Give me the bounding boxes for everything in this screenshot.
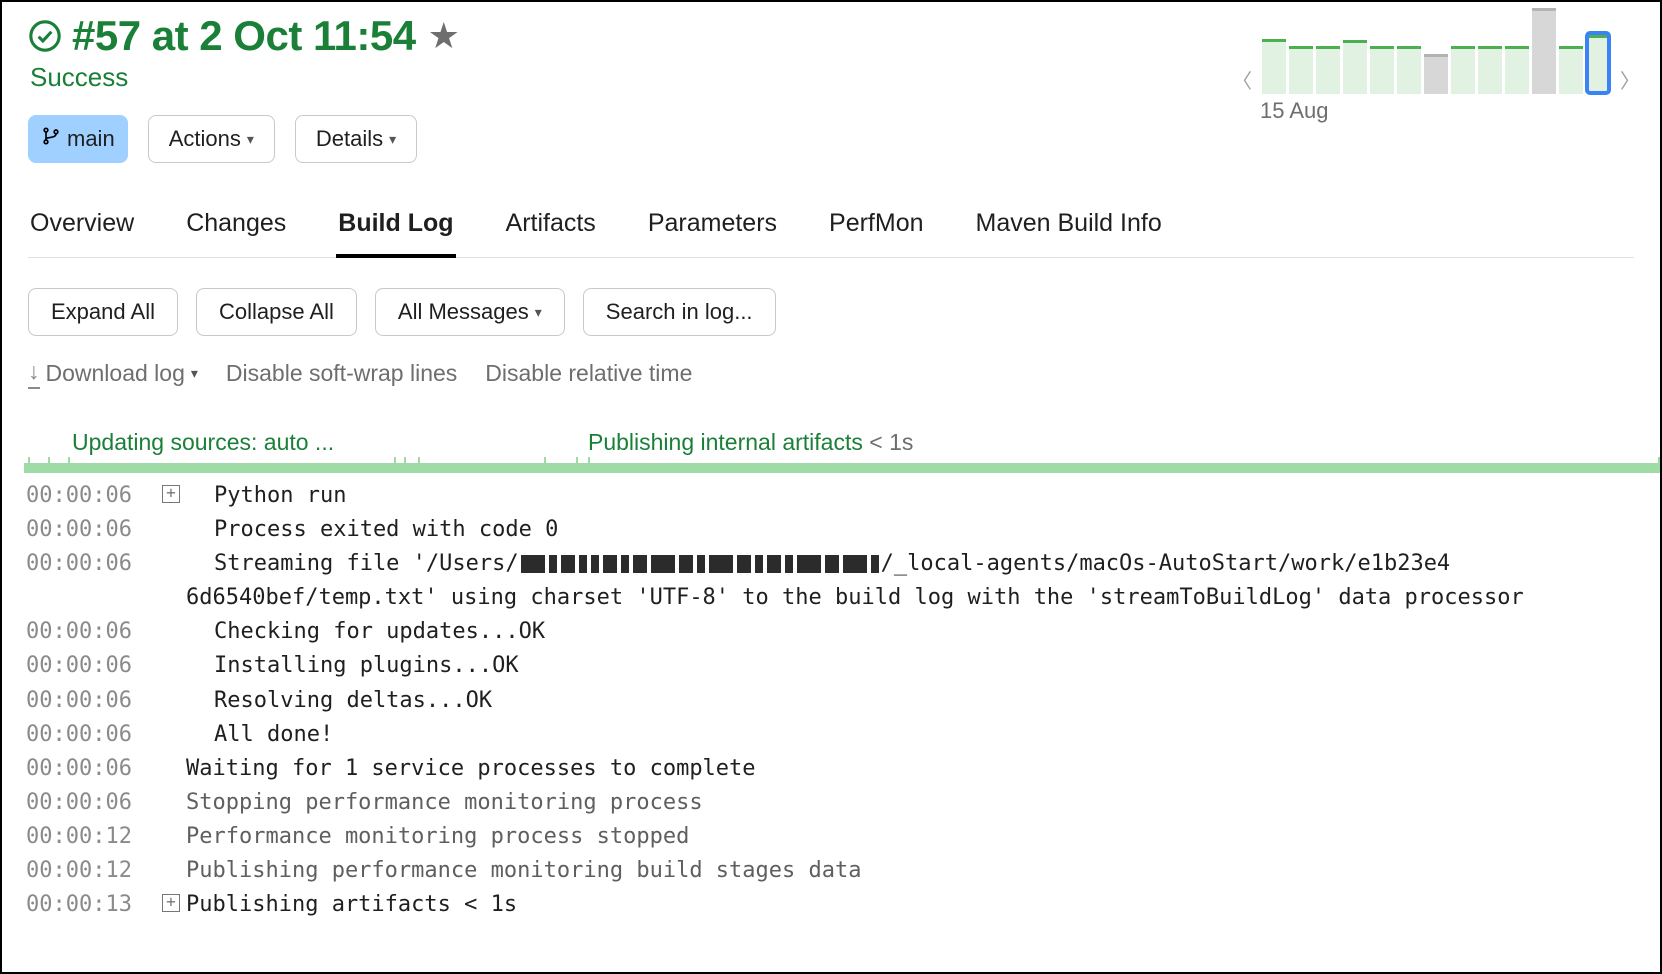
trend-bar[interactable] <box>1262 39 1286 94</box>
log-line: 00:00:06 Installing plugins...OK <box>26 649 1634 683</box>
log-line: 00:00:06 Stopping performance monitoring … <box>26 786 1634 820</box>
search-in-log-button[interactable]: Search in log... <box>583 288 776 336</box>
expand-icon[interactable]: + <box>162 485 180 503</box>
log-line: 00:00:06 Streaming file '/Users//_local-a… <box>26 547 1634 581</box>
log-line: 00:00:12 Performance monitoring process s… <box>26 820 1634 854</box>
chevron-down-icon: ▾ <box>535 304 542 321</box>
log-message: Publishing performance monitoring build … <box>186 854 1634 888</box>
log-message: Checking for updates...OK <box>186 615 1634 649</box>
star-icon[interactable]: ★ <box>428 15 460 57</box>
timeline[interactable]: Updating sources: auto ... Publishing in… <box>28 429 1634 473</box>
log-message: 6d6540bef/temp.txt' using charset 'UTF-8… <box>186 581 1634 615</box>
log-line: 6d6540bef/temp.txt' using charset 'UTF-8… <box>26 581 1634 615</box>
trend-bar-current[interactable] <box>1586 32 1610 94</box>
log-message: All done! <box>186 718 1634 752</box>
build-status: Success <box>30 62 1228 93</box>
expand-icon[interactable]: + <box>162 894 180 912</box>
log-timestamp: 00:00:06 <box>26 513 156 547</box>
log-timestamp: 00:00:06 <box>26 752 156 786</box>
trend-bar[interactable] <box>1424 54 1448 94</box>
trend-bar[interactable] <box>1505 46 1529 94</box>
log-timestamp: 00:00:12 <box>26 854 156 888</box>
build-title: #57 at 2 Oct 11:54 <box>72 12 416 60</box>
log-line: 00:00:06 Checking for updates...OK <box>26 615 1634 649</box>
build-log: 00:00:06 + Python run 00:00:06 Process exite… <box>26 479 1634 922</box>
trend-bar[interactable] <box>1289 46 1313 94</box>
timeline-stage-label: Updating sources: auto ... <box>72 429 334 456</box>
trend-bar[interactable] <box>1370 46 1394 94</box>
log-message: Streaming file '/Users//_local-agents/ma… <box>186 547 1634 581</box>
tab-artifacts[interactable]: Artifacts <box>504 209 598 257</box>
tab-parameters[interactable]: Parameters <box>646 209 779 257</box>
log-message: Waiting for 1 service processes to compl… <box>186 752 1634 786</box>
tab-changes[interactable]: Changes <box>184 209 288 257</box>
actions-button[interactable]: Actions ▾ <box>148 115 275 163</box>
download-icon: ↓ <box>28 358 40 389</box>
log-line: 00:00:12 Publishing performance monitorin… <box>26 854 1634 888</box>
log-message: Resolving deltas...OK <box>186 684 1634 718</box>
log-message: Stopping performance monitoring process <box>186 786 1634 820</box>
disable-soft-wrap-link[interactable]: Disable soft-wrap lines <box>226 360 457 387</box>
log-timestamp: 00:00:06 <box>26 684 156 718</box>
trend-bar[interactable] <box>1478 46 1502 94</box>
trends-next[interactable]: 〉 <box>1616 61 1644 98</box>
tab-overview[interactable]: Overview <box>28 209 136 257</box>
trend-bar[interactable] <box>1397 46 1421 94</box>
tab-build-log[interactable]: Build Log <box>336 209 455 258</box>
trend-bar[interactable] <box>1532 8 1556 94</box>
log-timestamp: 00:00:06 <box>26 615 156 649</box>
log-line: 00:00:13 + Publishing artifacts < 1s <box>26 888 1634 922</box>
trend-bar[interactable] <box>1451 46 1475 94</box>
log-message: Performance monitoring process stopped <box>186 820 1634 854</box>
log-message: Python run <box>186 479 1634 513</box>
timeline-stage-label: Publishing internal artifacts < 1s <box>588 429 913 456</box>
log-timestamp: 00:00:06 <box>26 718 156 752</box>
log-timestamp <box>26 581 156 615</box>
branch-chip[interactable]: main <box>28 115 128 163</box>
log-line: 00:00:06 Process exited with code 0 <box>26 513 1634 547</box>
chevron-down-icon: ▾ <box>247 131 254 148</box>
tabs: Overview Changes Build Log Artifacts Par… <box>28 209 1634 258</box>
all-messages-button[interactable]: All Messages ▾ <box>375 288 565 336</box>
branch-icon <box>41 124 61 154</box>
log-line: 00:00:06 All done! <box>26 718 1634 752</box>
log-line: 00:00:06 Waiting for 1 service processes … <box>26 752 1634 786</box>
log-line: 00:00:06 + Python run <box>26 479 1634 513</box>
log-line: 00:00:06 Resolving deltas...OK <box>26 684 1634 718</box>
log-timestamp: 00:00:06 <box>26 479 156 513</box>
success-icon <box>28 19 62 53</box>
disable-relative-time-link[interactable]: Disable relative time <box>485 360 692 387</box>
log-timestamp: 00:00:06 <box>26 547 156 581</box>
download-log-link[interactable]: ↓ Download log ▾ <box>28 358 198 389</box>
trend-bar[interactable] <box>1343 40 1367 94</box>
log-message: Process exited with code 0 <box>186 513 1634 547</box>
trend-date-label: 15 Aug <box>1260 98 1329 124</box>
tab-perfmon[interactable]: PerfMon <box>827 209 925 257</box>
log-timestamp: 00:00:13 <box>26 888 156 922</box>
expand-all-button[interactable]: Expand All <box>28 288 178 336</box>
log-message: Installing plugins...OK <box>186 649 1634 683</box>
trend-bar[interactable] <box>1559 46 1583 94</box>
chevron-down-icon: ▾ <box>191 365 198 382</box>
log-timestamp: 00:00:06 <box>26 786 156 820</box>
tab-maven[interactable]: Maven Build Info <box>974 209 1164 257</box>
log-message: Publishing artifacts < 1s <box>186 888 1634 922</box>
trends-minimap: 〈 15 Aug 〉 <box>1228 34 1644 124</box>
header-block: #57 at 2 Oct 11:54 ★ Success main Action… <box>28 12 1228 163</box>
log-timestamp: 00:00:12 <box>26 820 156 854</box>
trend-bar[interactable] <box>1316 46 1340 94</box>
branch-label: main <box>67 126 115 152</box>
details-button[interactable]: Details ▾ <box>295 115 417 163</box>
chevron-down-icon: ▾ <box>389 131 396 148</box>
trends-prev[interactable]: 〈 <box>1228 61 1256 98</box>
log-timestamp: 00:00:06 <box>26 649 156 683</box>
collapse-all-button[interactable]: Collapse All <box>196 288 357 336</box>
